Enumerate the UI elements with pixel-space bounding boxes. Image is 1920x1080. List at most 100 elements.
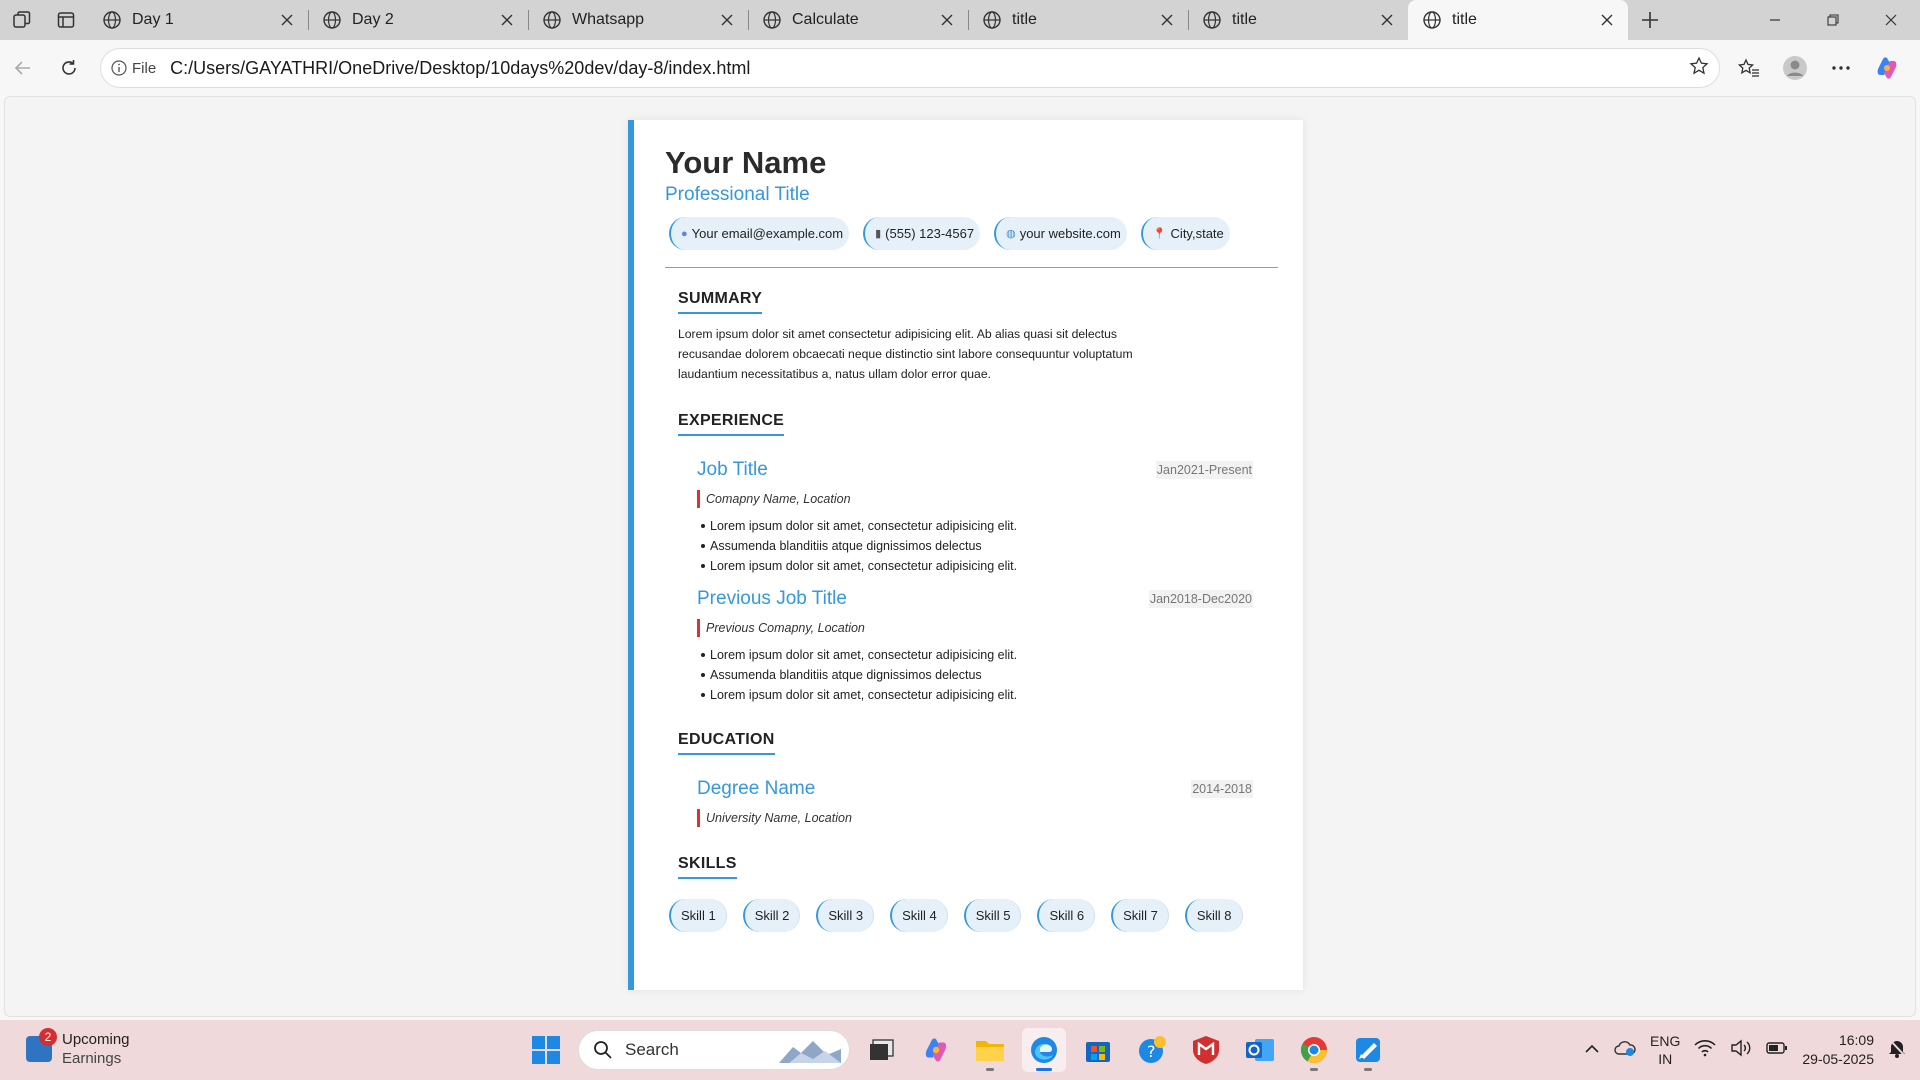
tab-close-icon[interactable] [1158,11,1176,29]
new-tab-button[interactable] [1628,0,1672,40]
language-code: ENG [1650,1033,1681,1049]
summary-section: SUMMARY Lorem ipsum dolor sit amet conse… [665,268,1278,384]
restore-button[interactable] [1804,0,1862,40]
list-item: Lorem ipsum dolor sit amet, consectetur … [701,645,1253,665]
language-indicator[interactable]: ENG IN [1650,1032,1680,1068]
refresh-icon [62,60,76,75]
tab-day-2[interactable]: Day 2 [308,0,528,40]
browser-tab-strip: Day 1 Day 2 Whatsapp Calculate title tit… [0,0,1920,40]
onedrive-button[interactable] [1614,1039,1636,1062]
svg-text:?: ? [1147,1042,1156,1061]
back-arrow-icon [14,61,30,75]
tab-close-icon[interactable] [278,11,296,29]
tab-title-1[interactable]: title [968,0,1188,40]
mountain-illustration-icon [779,1041,841,1063]
taskbar-search[interactable]: Search [578,1030,850,1070]
shield-icon [1193,1036,1219,1064]
tab-whatsapp[interactable]: Whatsapp [528,0,748,40]
widget-subtitle: Earnings [62,1050,122,1067]
refresh-button[interactable] [46,48,92,88]
url-text[interactable]: C:/Users/GAYATHRI/OneDrive/Desktop/10day… [170,58,1689,79]
network-button[interactable] [1694,1039,1716,1062]
file-explorer-app[interactable] [968,1028,1012,1072]
tab-actions-button[interactable] [44,0,88,40]
tab-day-1[interactable]: Day 1 [88,0,308,40]
bell-snooze-icon [1889,1038,1905,1058]
get-help-app[interactable]: ? [1130,1028,1174,1072]
job-company: Comapny Name, Location [697,490,1253,508]
outlook-app[interactable] [1238,1028,1282,1072]
favorite-star-button[interactable] [1689,55,1709,81]
outlook-icon [1246,1039,1274,1061]
start-button[interactable] [524,1028,568,1072]
job-date: Jan2018-Dec2020 [1148,590,1253,608]
close-window-button[interactable] [1862,0,1920,40]
tab-title-2[interactable]: title [1188,0,1408,40]
site-info-button[interactable]: File [111,60,170,77]
tab-close-icon[interactable] [1598,11,1616,29]
resume-professional-title: Professional Title [665,184,810,205]
section-heading: SUMMARY [678,290,763,314]
tab-close-icon[interactable] [1378,11,1396,29]
tab-close-icon[interactable] [498,11,516,29]
back-button[interactable] [0,48,46,88]
profile-button[interactable] [1772,48,1818,88]
clock-date: 29-05-2025 [1802,1051,1874,1067]
edge-browser-app[interactable] [1022,1028,1066,1072]
store-icon [1086,1042,1110,1062]
degree-name: Degree Name [697,778,816,799]
pin-icon: 📍 [1152,228,1167,240]
widgets-button[interactable]: 2 Upcoming Earnings [26,1028,130,1068]
chrome-icon [1300,1037,1328,1064]
more-dots-icon [1832,66,1850,70]
widget-title: Upcoming [62,1031,130,1048]
settings-more-button[interactable] [1818,48,1864,88]
contact-location: 📍 City,state [1140,217,1230,250]
resume-card: Your Name Professional Title ● Your emai… [628,120,1303,990]
page-viewport: Your Name Professional Title ● Your emai… [4,96,1916,1017]
section-heading: EXPERIENCE [678,412,785,436]
contact-email: ● Your email@example.com [669,217,850,250]
contact-phone: ▮ (555) 123-4567 [863,217,981,250]
skills-list: Skill 1 Skill 2 Skill 3 Skill 4 Skill 5 … [665,899,1278,932]
tab-actions-icon [57,12,75,28]
vscode-app[interactable] [1346,1028,1390,1072]
task-view-button[interactable] [860,1028,904,1072]
speaker-icon [1731,1039,1751,1056]
copilot-app[interactable] [914,1028,958,1072]
stocks-widget-icon: 2 [26,1028,57,1062]
show-hidden-icons-button[interactable] [1584,1041,1600,1059]
resume-name: Your Name [665,145,827,180]
workspaces-button[interactable] [0,0,44,40]
tab-calculate[interactable]: Calculate [748,0,968,40]
globe-icon: ◍ [1006,228,1016,240]
contact-email-text: Your email@example.com [691,226,844,241]
summary-text: Lorem ipsum dolor sit amet consectetur a… [678,327,1133,381]
battery-button[interactable] [1766,1041,1788,1060]
education-section: EDUCATION Degree Name 2014-2018 Universi… [665,705,1278,827]
tab-close-icon[interactable] [938,11,956,29]
job-item: Job Title Jan2021-Present Comapny Name, … [678,459,1253,576]
clock[interactable]: 16:09 29-05-2025 [1802,1031,1874,1069]
running-indicator [1310,1068,1318,1071]
copilot-button[interactable] [1864,48,1910,88]
battery-icon [1766,1041,1788,1054]
email-icon: ● [681,227,688,240]
globe-icon [543,11,561,29]
skill-badge: Skill 2 [742,899,801,932]
skill-badge: Skill 3 [816,899,875,932]
microsoft-store-app[interactable] [1076,1028,1120,1072]
tab-title-active[interactable]: title [1408,0,1628,40]
minimize-button[interactable] [1746,0,1804,40]
tab-close-icon[interactable] [718,11,736,29]
chevron-up-icon [1585,1044,1599,1053]
scheme-label: File [132,59,157,77]
address-bar[interactable]: File C:/Users/GAYATHRI/OneDrive/Desktop/… [100,48,1720,88]
favorites-button[interactable] [1726,48,1772,88]
volume-button[interactable] [1730,1039,1752,1062]
tab-title: Whatsapp [572,11,645,28]
globe-icon [103,11,121,29]
mcafee-app[interactable] [1184,1028,1228,1072]
chrome-app[interactable] [1292,1028,1336,1072]
notifications-button[interactable] [1888,1038,1906,1063]
